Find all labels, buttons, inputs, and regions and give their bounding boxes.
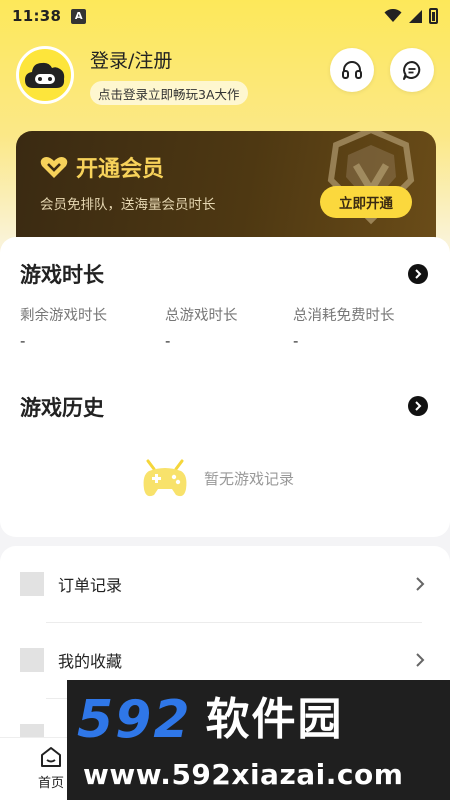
- home-icon: [41, 747, 61, 767]
- avatar[interactable]: [16, 46, 74, 104]
- game-time-title[interactable]: 游戏时长: [20, 259, 104, 289]
- nav-home[interactable]: 首页: [38, 746, 64, 791]
- cloud-gamepad-icon: [25, 62, 65, 88]
- history-empty-text: 暂无游戏记录: [204, 469, 295, 488]
- menu-item-label: 订单记录: [58, 576, 123, 595]
- chevron-right-icon: [416, 577, 425, 591]
- chevron-right-icon: [416, 653, 425, 667]
- game-history-arrow[interactable]: [408, 396, 428, 416]
- login-subtitle[interactable]: 点击登录立即畅玩3A大作: [90, 81, 248, 105]
- heart-badge-icon: [40, 157, 68, 178]
- chevron-right-icon: [415, 401, 422, 411]
- status-time: 11:38: [12, 7, 62, 25]
- login-title[interactable]: 登录/注册: [90, 46, 172, 73]
- vip-title-row: 开通会员: [40, 151, 164, 183]
- vip-card[interactable]: 开通会员 会员免排队，送海量会员时长 立即开通: [16, 131, 436, 238]
- nav-home-label: 首页: [38, 776, 65, 791]
- favorites-icon: [20, 648, 44, 672]
- battery-icon: [429, 8, 438, 24]
- watermark-brand: 软件园: [205, 694, 344, 745]
- signal-icon: [409, 9, 422, 23]
- watermark-logo: 592 软件园: [77, 692, 344, 748]
- stat-free-label: 总消耗免费时长: [293, 308, 395, 324]
- history-empty-state: 暂无游戏记录: [140, 455, 294, 501]
- game-stats-card: 游戏时长 剩余游戏时长 - 总游戏时长 - 总消耗免费时长 - 游戏历史 暂无游…: [0, 237, 450, 537]
- stat-remaining-label: 剩余游戏时长: [20, 308, 107, 324]
- vip-title: 开通会员: [76, 157, 165, 182]
- vip-description: 会员免排队，送海量会员时长: [40, 197, 216, 213]
- menu-item-orders[interactable]: 订单记录: [0, 546, 450, 622]
- game-time-arrow[interactable]: [408, 264, 428, 284]
- watermark-number: 592: [77, 690, 192, 750]
- stat-total-value: -: [165, 332, 171, 350]
- status-indicators: [384, 8, 438, 24]
- watermark: 592 软件园 www.592xiazai.com: [67, 680, 450, 800]
- message-button[interactable]: [390, 48, 434, 92]
- watermark-url: www.592xiazai.com: [83, 758, 404, 791]
- chevron-right-icon: [415, 269, 422, 279]
- vip-open-button[interactable]: 立即开通: [320, 186, 412, 218]
- chat-bubble-icon: [403, 61, 421, 80]
- wifi-icon: [384, 9, 402, 22]
- status-bar: 11:38 A: [0, 0, 450, 32]
- notification-icon: A: [71, 8, 87, 24]
- stat-remaining-value: -: [20, 332, 26, 350]
- game-history-title[interactable]: 游戏历史: [20, 392, 104, 422]
- stat-total-label: 总游戏时长: [165, 308, 238, 324]
- gamepad-icon: [143, 459, 187, 497]
- orders-icon: [20, 572, 44, 596]
- menu-item-label: 我的收藏: [58, 652, 123, 671]
- stat-free-value: -: [293, 332, 299, 350]
- customer-service-button[interactable]: [330, 48, 374, 92]
- headset-icon: [342, 61, 362, 79]
